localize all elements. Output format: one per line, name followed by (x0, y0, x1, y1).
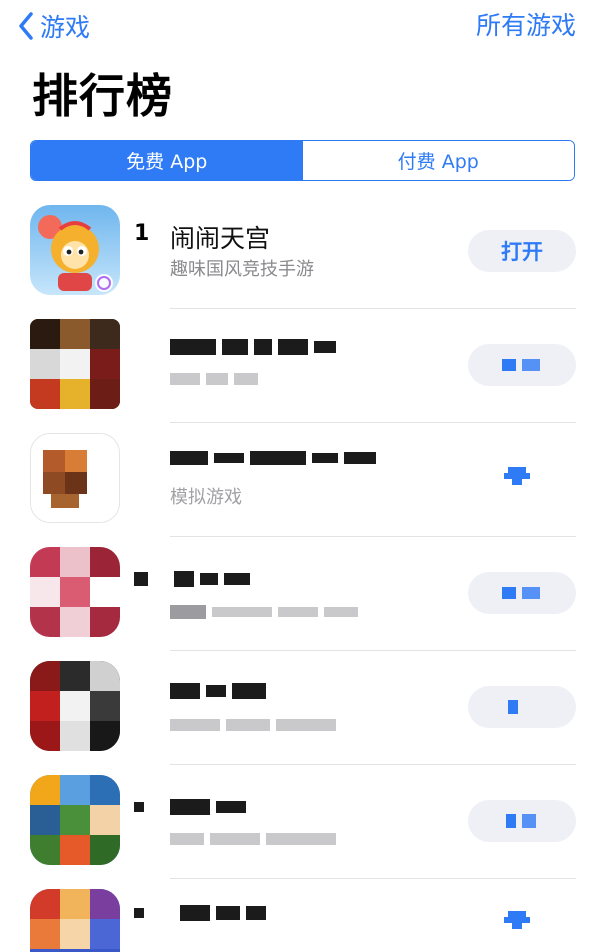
open-button[interactable]: 打开 (468, 230, 576, 272)
censored-app-subtitle (170, 719, 336, 731)
censored-app-subtitle (170, 833, 336, 845)
list-item[interactable] (0, 765, 600, 879)
censored-app-subtitle (170, 605, 358, 619)
app-name: 闹闹天宫 (170, 224, 271, 253)
app-icon (30, 547, 120, 637)
app-icon (30, 319, 120, 409)
back-button[interactable]: 游戏 (18, 8, 90, 44)
list-item[interactable] (0, 537, 600, 651)
navigation-bar: 游戏 所有游戏 (0, 0, 600, 52)
list-item[interactable]: 1 闹闹天宫 趣味国风竞技手游 打开 (0, 195, 600, 309)
censored-app-name (170, 339, 336, 355)
page-title: 排行榜 (32, 69, 173, 123)
tab-free-apps[interactable]: 免费 App (31, 141, 303, 180)
chevron-left-icon (19, 12, 33, 40)
censored-app-name (170, 451, 376, 465)
tab-paid-apps[interactable]: 付费 App (302, 141, 574, 180)
get-button[interactable] (468, 344, 576, 386)
rank-number: 1 (134, 221, 150, 246)
censored-app-name (134, 799, 246, 815)
list-item[interactable] (0, 879, 600, 952)
censored-app-name (134, 571, 250, 587)
download-cloud-icon[interactable] (504, 909, 530, 931)
back-label: 游戏 (40, 13, 91, 42)
segmented-control: 免费 App 付费 App (30, 140, 575, 181)
app-icon (30, 205, 120, 295)
ranking-list: 1 闹闹天宫 趣味国风竞技手游 打开 模拟游戏 (0, 195, 600, 952)
download-cloud-icon[interactable] (504, 465, 530, 487)
get-button[interactable] (468, 572, 576, 614)
get-button[interactable] (468, 686, 576, 728)
app-subtitle: 模拟游戏 (170, 487, 242, 508)
censored-app-name (134, 905, 266, 921)
censored-app-subtitle (170, 373, 258, 385)
list-item[interactable] (0, 651, 600, 765)
app-icon (30, 433, 120, 523)
list-item[interactable]: 模拟游戏 (0, 423, 600, 537)
list-item[interactable] (0, 309, 600, 423)
app-store-charts-screen: 游戏 所有游戏 排行榜 免费 App 付费 App 1 闹闹天宫 趣味国风竞技手… (0, 0, 600, 952)
get-button[interactable] (468, 800, 576, 842)
app-icon (30, 661, 120, 751)
app-subtitle: 趣味国风竞技手游 (170, 259, 314, 280)
all-games-link[interactable]: 所有游戏 (476, 8, 576, 44)
app-icon (30, 775, 120, 865)
censored-app-name (170, 683, 266, 699)
app-icon (30, 889, 120, 952)
